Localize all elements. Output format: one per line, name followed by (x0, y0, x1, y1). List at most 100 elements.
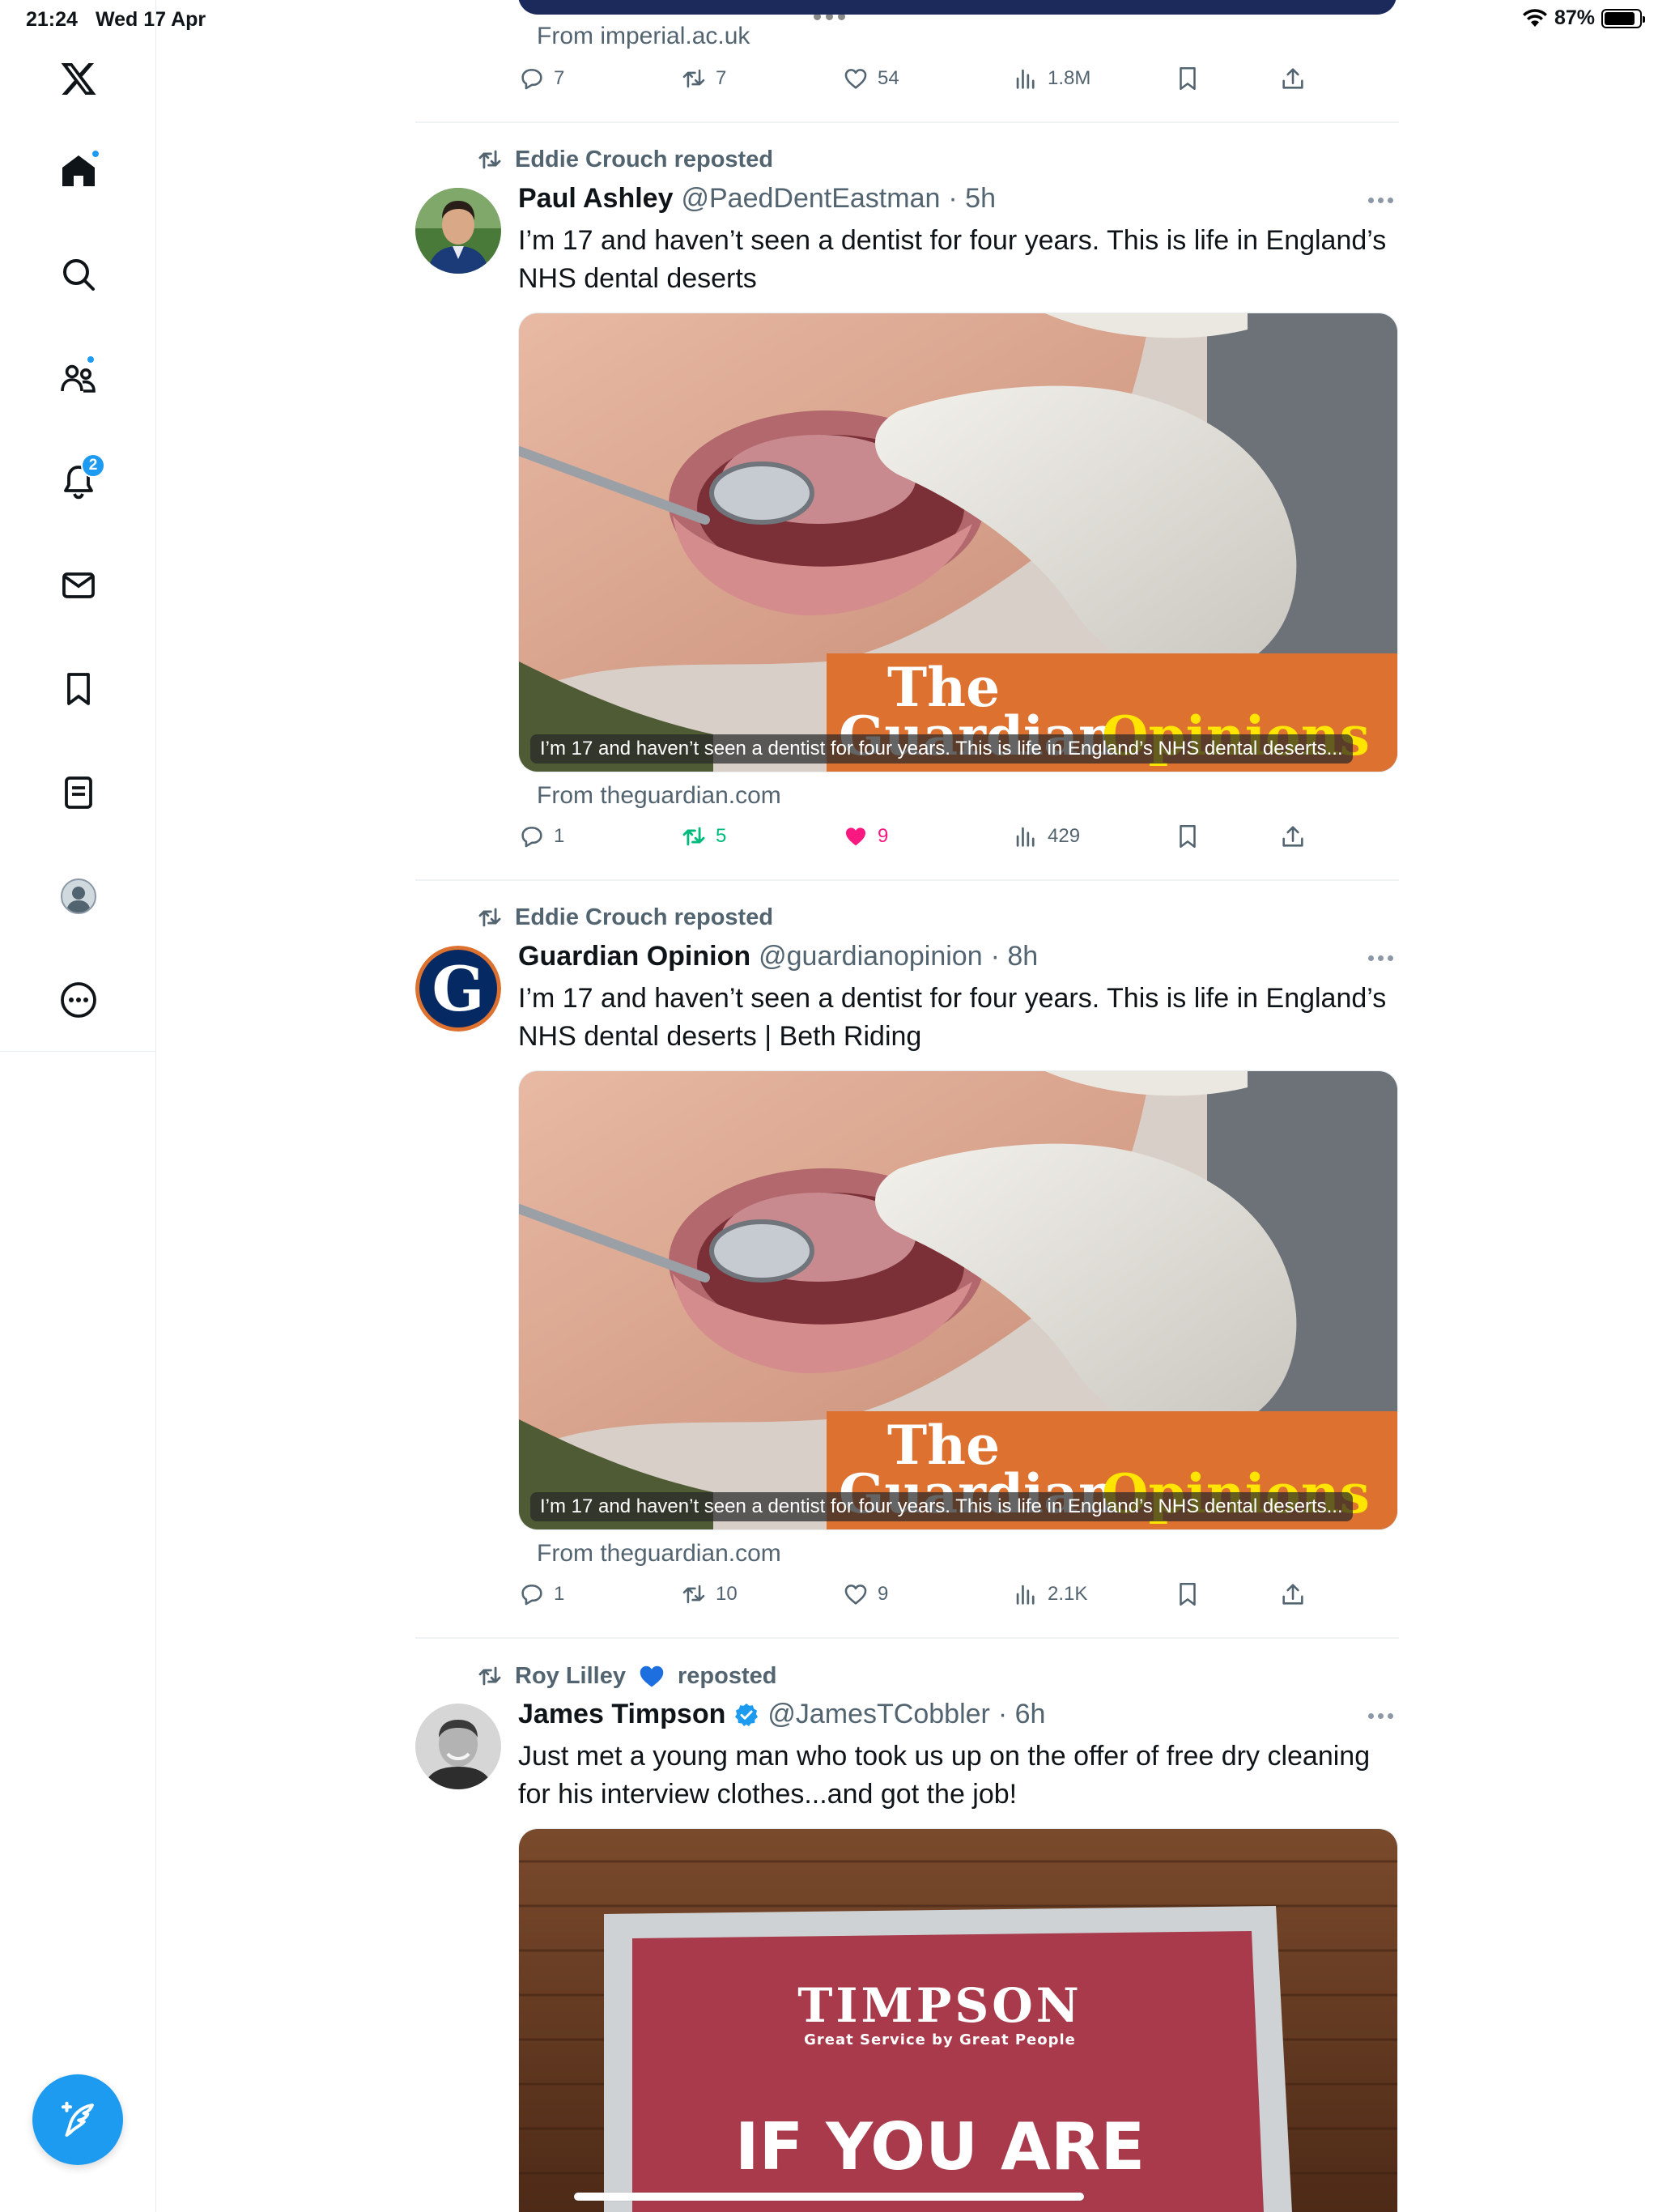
tweet-actions: 1 10 9 2.1K (518, 1580, 1328, 1616)
author-name[interactable]: James Timpson (518, 1699, 725, 1730)
link-card-caption: I’m 17 and haven’t seen a dentist for fo… (530, 734, 1353, 764)
repost-button[interactable]: 10 (680, 1580, 738, 1608)
share-button[interactable] (1279, 1580, 1307, 1608)
share-icon (1282, 826, 1303, 847)
like-count: 9 (878, 1583, 889, 1605)
nav-explore[interactable] (50, 246, 107, 303)
tweet-divider (415, 1637, 1399, 1639)
reply-icon (521, 1585, 542, 1606)
author-handle[interactable]: @JamesTCobbler (767, 1699, 990, 1730)
heart-icon (844, 69, 867, 89)
share-icon (1282, 1584, 1303, 1605)
nav-messages[interactable] (50, 557, 107, 614)
views-count: 1.8M (1048, 67, 1091, 89)
link-source[interactable]: From theguardian.com (537, 1540, 781, 1568)
top-tweet-media[interactable] (518, 0, 1397, 15)
sign-line: IF YOU ARE (735, 2109, 1145, 2184)
home-indicator[interactable] (574, 2193, 1084, 2201)
tweet-text: I’m 17 and haven’t seen a dentist for fo… (518, 225, 1387, 294)
repost-icon (682, 69, 705, 88)
repost-icon (478, 150, 501, 169)
reply-count: 1 (554, 825, 565, 847)
like-button[interactable]: 54 (842, 65, 899, 92)
tweet-time[interactable]: · 5h (948, 183, 996, 215)
bookmark-button[interactable] (1174, 65, 1201, 92)
more-options-button[interactable] (1368, 198, 1397, 203)
reply-button[interactable]: 1 (518, 823, 564, 850)
views-button[interactable]: 429 (1012, 823, 1080, 850)
nav-more[interactable] (50, 972, 107, 1028)
views-button[interactable]: 2.1K (1012, 1580, 1087, 1608)
author-name[interactable]: Guardian Opinion (518, 941, 750, 972)
tweet-time[interactable]: · 6h (998, 1699, 1046, 1730)
repost-attribution[interactable]: Eddie Crouch reposted (476, 146, 773, 173)
share-button[interactable] (1279, 65, 1307, 92)
bookmark-icon (1180, 1582, 1196, 1606)
reply-icon (521, 69, 542, 90)
bookmark-icon (1180, 824, 1196, 849)
link-card-image[interactable]: The Guardian Opinions I’m 17 and haven’t… (518, 1070, 1398, 1530)
like-button[interactable]: 9 (842, 823, 888, 850)
tweet-time[interactable]: · 8h (991, 941, 1039, 972)
search-icon (63, 259, 95, 291)
avatar-photo (415, 1704, 501, 1789)
nav-home[interactable] (50, 143, 107, 199)
views-chart-icon (1016, 827, 1035, 847)
repost-suffix: reposted (678, 1662, 777, 1689)
repost-attribution-text: Eddie Crouch reposted (515, 146, 774, 172)
sidebar-divider (0, 1051, 156, 1052)
sidebar: 2 (0, 0, 156, 2212)
avatar[interactable]: G (415, 946, 501, 1032)
tweet-actions: 1 5 9 429 (518, 823, 1328, 858)
bookmark-button[interactable] (1174, 823, 1201, 850)
repost-attribution[interactable]: Eddie Crouch reposted (476, 904, 773, 931)
more-options-button[interactable] (1368, 955, 1397, 961)
repost-button[interactable]: 5 (680, 823, 726, 850)
reply-button[interactable]: 1 (518, 1580, 564, 1608)
tweet-text: Just met a young man who took us up on t… (518, 1741, 1371, 1810)
avatar[interactable] (415, 1704, 501, 1789)
link-card-caption: I’m 17 and haven’t seen a dentist for fo… (530, 1492, 1353, 1521)
reposter-name: Roy Lilley (515, 1662, 626, 1689)
battery-percent: 87% (1554, 6, 1595, 29)
author-name[interactable]: Paul Ashley (518, 183, 673, 215)
guardian-g-logo: G (415, 946, 501, 1032)
nav-profile[interactable] (50, 868, 107, 925)
lists-icon (65, 776, 92, 809)
repost-attribution-text: Eddie Crouch reposted (515, 904, 774, 930)
link-source[interactable]: From theguardian.com (537, 782, 781, 810)
repost-button[interactable]: 7 (680, 65, 726, 92)
compose-button[interactable] (32, 2074, 123, 2165)
like-button[interactable]: 9 (842, 1580, 888, 1608)
share-button[interactable] (1279, 823, 1307, 850)
nav-communities[interactable] (50, 350, 107, 406)
bookmark-button[interactable] (1174, 1580, 1201, 1608)
avatar-photo (415, 188, 501, 274)
nav-lists[interactable] (50, 764, 107, 821)
more-options-button[interactable] (1368, 1713, 1397, 1719)
bookmark-icon (67, 673, 90, 705)
link-card-image[interactable]: The Guardian Opinions I’m 17 and haven’t… (518, 313, 1398, 772)
x-logo[interactable] (50, 50, 107, 107)
communities-icon (61, 364, 96, 393)
top-tweet-source[interactable]: From imperial.ac.uk (537, 23, 750, 50)
share-icon (1282, 68, 1303, 89)
repost-attribution[interactable]: Roy Lilley reposted (476, 1661, 776, 1691)
repost-count: 7 (716, 67, 727, 89)
timpson-sign-photo: TIMPSON Great Service by Great People IF… (519, 1829, 1397, 2212)
repost-count: 5 (716, 825, 727, 847)
verified-badge-icon (735, 1703, 759, 1726)
reply-button[interactable]: 7 (518, 65, 564, 92)
views-count: 429 (1048, 825, 1081, 847)
views-button[interactable]: 1.8M (1012, 65, 1090, 92)
repost-icon (478, 908, 501, 927)
avatar[interactable] (415, 188, 501, 274)
author-handle[interactable]: @PaedDentEastman (681, 183, 940, 215)
author-handle[interactable]: @guardianopinion (759, 941, 983, 972)
tweet-photo[interactable]: TIMPSON Great Service by Great People IF… (518, 1828, 1398, 2212)
tweet-divider (415, 879, 1399, 881)
wifi-icon (1522, 8, 1547, 27)
reply-count: 7 (554, 67, 565, 89)
nav-bookmarks[interactable] (50, 661, 107, 717)
nav-notifications[interactable]: 2 (50, 453, 107, 510)
